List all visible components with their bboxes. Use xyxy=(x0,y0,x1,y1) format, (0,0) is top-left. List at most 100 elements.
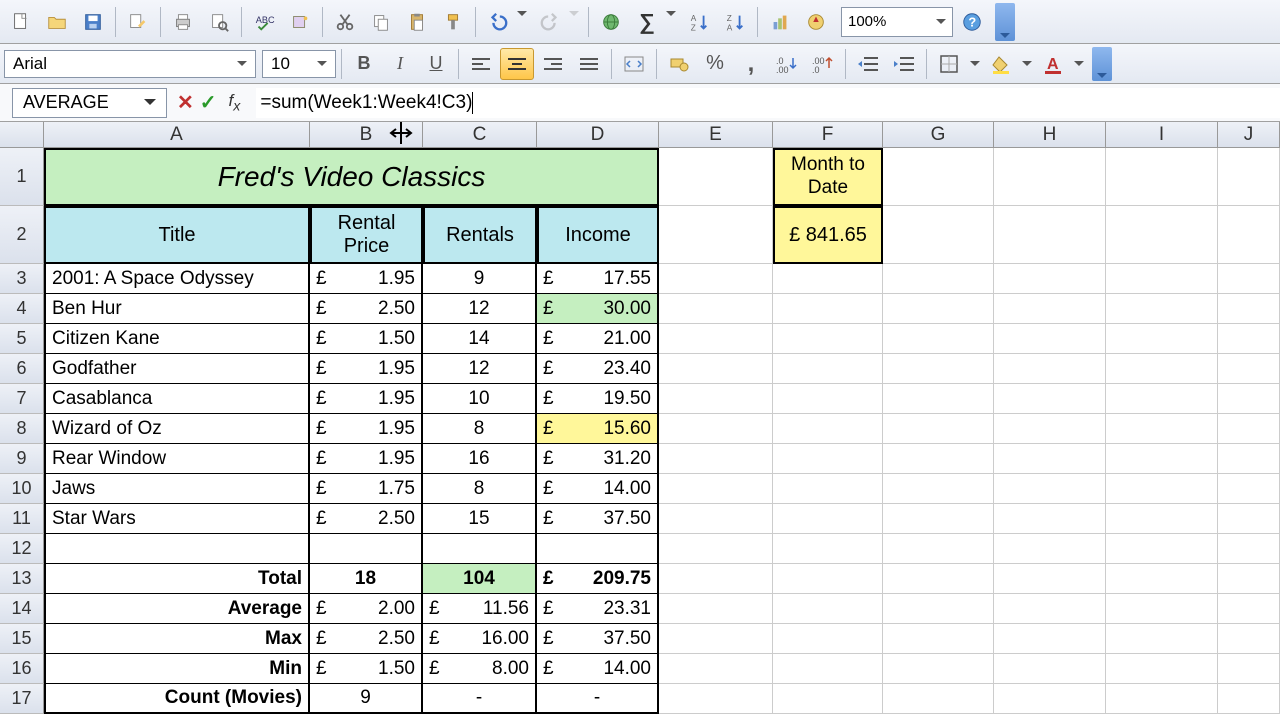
cell-max-label[interactable]: Max xyxy=(44,624,310,654)
cell[interactable] xyxy=(1106,294,1218,324)
cell[interactable] xyxy=(659,594,773,624)
cell[interactable] xyxy=(883,534,994,564)
cell[interactable]: £23.40 xyxy=(537,354,659,384)
cell-min-label[interactable]: Min xyxy=(44,654,310,684)
row-header[interactable]: 8 xyxy=(0,414,44,444)
cell-count-label[interactable]: Count (Movies) xyxy=(44,684,310,714)
cell-rentals[interactable]: 12 xyxy=(423,354,537,384)
cell[interactable] xyxy=(659,684,773,714)
sort-desc-button[interactable]: ZA xyxy=(718,5,752,39)
cell-rentals[interactable]: 9 xyxy=(423,264,537,294)
cell[interactable] xyxy=(1106,324,1218,354)
name-box[interactable]: AVERAGE xyxy=(12,88,167,118)
sort-asc-button[interactable]: AZ xyxy=(682,5,716,39)
increase-indent-button[interactable] xyxy=(887,48,921,80)
fill-color-button[interactable] xyxy=(984,48,1018,80)
cell[interactable] xyxy=(773,264,883,294)
cell[interactable] xyxy=(44,534,310,564)
cell[interactable]: £11.56 xyxy=(423,594,537,624)
cell[interactable] xyxy=(994,384,1106,414)
cell[interactable] xyxy=(659,444,773,474)
cell[interactable] xyxy=(883,654,994,684)
borders-dropdown[interactable] xyxy=(968,48,982,80)
cell[interactable]: £31.20 xyxy=(537,444,659,474)
cell[interactable] xyxy=(1218,594,1280,624)
cell[interactable] xyxy=(994,564,1106,594)
cell[interactable]: £14.00 xyxy=(537,474,659,504)
fill-color-dropdown[interactable] xyxy=(1020,48,1034,80)
column-header-f[interactable]: F xyxy=(773,122,883,147)
cell[interactable] xyxy=(1218,624,1280,654)
cell[interactable]: £1.95 xyxy=(310,354,423,384)
row-header[interactable]: 1 xyxy=(0,148,44,206)
cell[interactable] xyxy=(1218,148,1280,206)
header-income[interactable]: Income xyxy=(537,206,659,264)
cell[interactable]: £209.75 xyxy=(537,564,659,594)
zoom-select[interactable]: 100% xyxy=(841,7,953,37)
decrease-indent-button[interactable] xyxy=(851,48,885,80)
cell-title[interactable]: Casablanca xyxy=(44,384,310,414)
copy-button[interactable] xyxy=(364,5,398,39)
cell-rentals[interactable]: 12 xyxy=(423,294,537,324)
cell[interactable] xyxy=(1106,594,1218,624)
new-doc-button[interactable] xyxy=(4,5,38,39)
cell[interactable] xyxy=(994,148,1106,206)
row-header[interactable]: 14 xyxy=(0,594,44,624)
cell[interactable] xyxy=(659,504,773,534)
underline-button[interactable]: U xyxy=(419,48,453,80)
align-left-button[interactable] xyxy=(464,48,498,80)
month-to-date-value[interactable]: £ 841.65 xyxy=(773,206,883,264)
cell-title[interactable]: Jaws xyxy=(44,474,310,504)
save-button[interactable] xyxy=(76,5,110,39)
header-price[interactable]: RentalPrice xyxy=(310,206,423,264)
cell[interactable] xyxy=(1218,206,1280,264)
cell[interactable] xyxy=(1106,624,1218,654)
font-color-button[interactable]: A xyxy=(1036,48,1070,80)
row-header[interactable]: 4 xyxy=(0,294,44,324)
cell[interactable] xyxy=(773,324,883,354)
cell-rentals[interactable]: 14 xyxy=(423,324,537,354)
edit-file-button[interactable] xyxy=(121,5,155,39)
print-preview-button[interactable] xyxy=(202,5,236,39)
cell[interactable]: - xyxy=(537,684,659,714)
cell[interactable] xyxy=(773,654,883,684)
row-header[interactable]: 6 xyxy=(0,354,44,384)
formula-input[interactable]: =sum(Week1:Week4!C3) xyxy=(256,88,1280,118)
cell[interactable] xyxy=(1106,206,1218,264)
cell[interactable] xyxy=(994,444,1106,474)
cell[interactable] xyxy=(1218,414,1280,444)
font-name-select[interactable]: Arial xyxy=(4,50,256,78)
cell[interactable] xyxy=(659,264,773,294)
bold-button[interactable]: B xyxy=(347,48,381,80)
align-right-button[interactable] xyxy=(536,48,570,80)
cell-avg-label[interactable]: Average xyxy=(44,594,310,624)
column-header-i[interactable]: I xyxy=(1106,122,1218,147)
percent-button[interactable]: % xyxy=(698,48,732,80)
navigator-button[interactable] xyxy=(799,5,833,39)
cell-rentals[interactable]: 8 xyxy=(423,474,537,504)
cell[interactable] xyxy=(994,594,1106,624)
cell[interactable] xyxy=(883,414,994,444)
cell[interactable] xyxy=(994,654,1106,684)
cell[interactable] xyxy=(994,684,1106,714)
sum-dropdown[interactable] xyxy=(666,5,680,39)
cell[interactable]: £2.00 xyxy=(310,594,423,624)
cell[interactable] xyxy=(659,324,773,354)
cell-title[interactable]: 2001: A Space Odyssey xyxy=(44,264,310,294)
cancel-formula-icon[interactable]: ✕ xyxy=(177,90,194,115)
row-header[interactable]: 16 xyxy=(0,654,44,684)
cell[interactable] xyxy=(994,504,1106,534)
row-header[interactable]: 11 xyxy=(0,504,44,534)
thousands-button[interactable]: , xyxy=(734,48,768,80)
row-header[interactable]: 9 xyxy=(0,444,44,474)
cell[interactable]: £1.50 xyxy=(310,654,423,684)
cell[interactable]: £15.60 xyxy=(537,414,659,444)
cell[interactable] xyxy=(1106,148,1218,206)
cell[interactable]: £21.00 xyxy=(537,324,659,354)
cell[interactable] xyxy=(773,534,883,564)
cell[interactable]: 104 xyxy=(423,564,537,594)
row-header[interactable]: 17 xyxy=(0,684,44,714)
column-header-c[interactable]: C xyxy=(423,122,537,147)
cell-title[interactable]: Rear Window xyxy=(44,444,310,474)
cell[interactable] xyxy=(773,444,883,474)
